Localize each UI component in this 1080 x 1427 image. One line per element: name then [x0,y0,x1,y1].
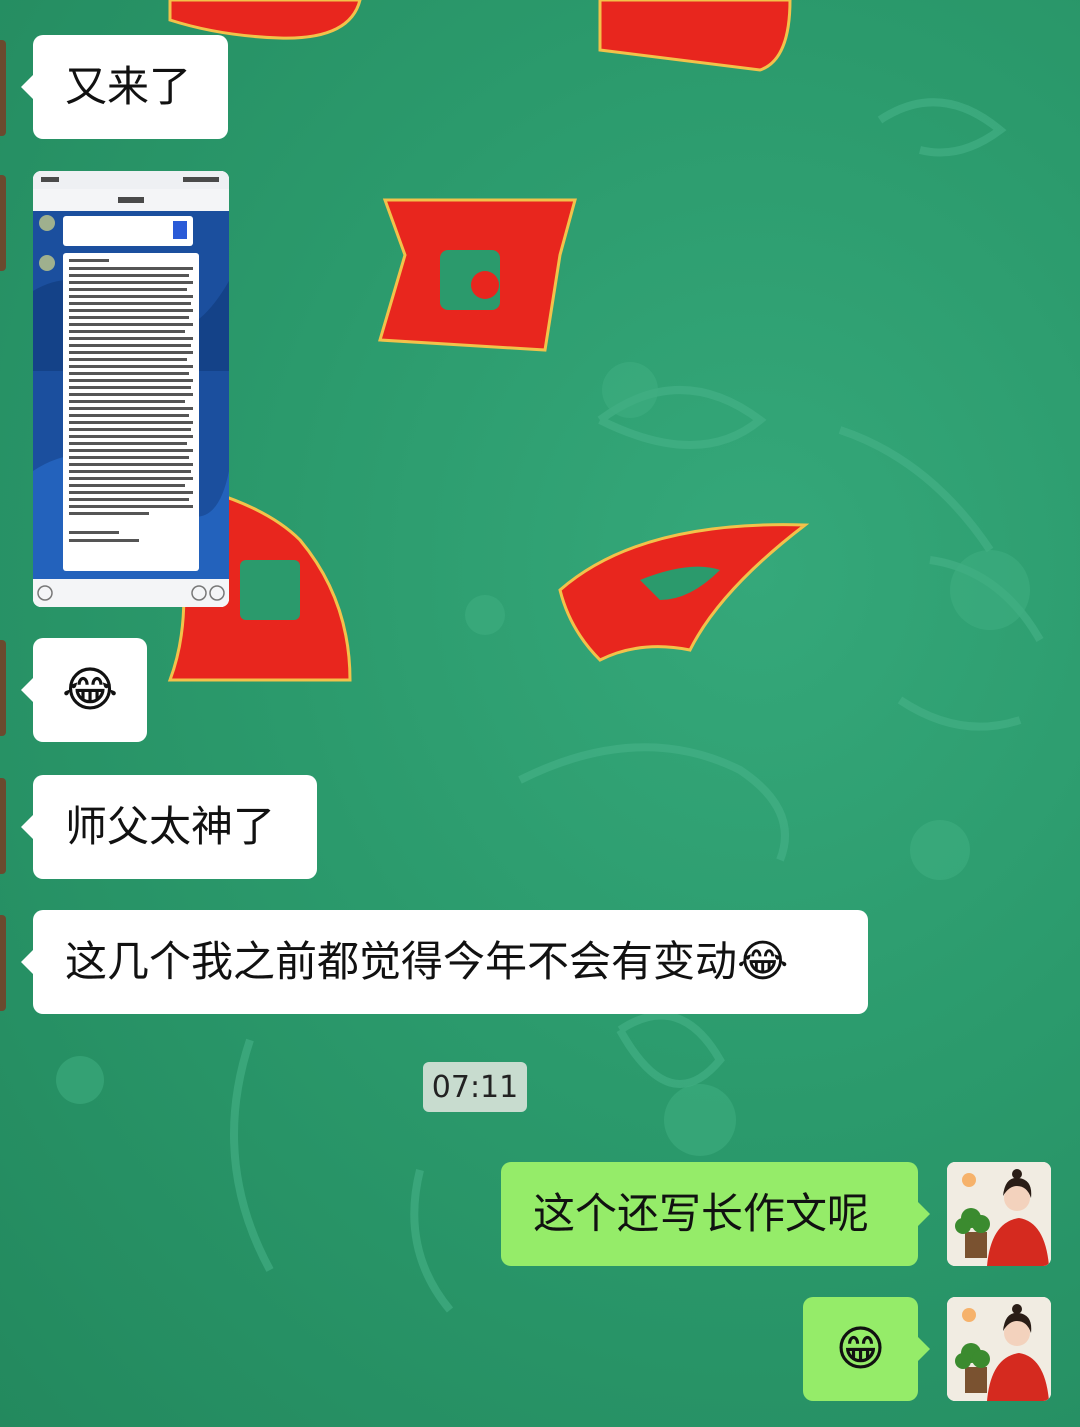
avatar-portrait-icon [947,1297,1051,1401]
message-timestamp: 07:11 [423,1062,527,1112]
message-text: 又来了 [65,62,192,111]
grinning-emoji-icon: 😁 [835,1321,886,1377]
message-bubble-received[interactable]: 师父太神了 [21,775,317,879]
laughing-crying-emoji-icon: 😂 [737,936,789,987]
sender-avatar-edge[interactable] [0,778,6,874]
sender-avatar-edge[interactable] [0,640,6,736]
message-text: 这几个我之前都觉得今年不会有变动 [65,937,738,986]
message-text: 师父太神了 [65,802,276,851]
user-avatar[interactable] [947,1162,1051,1266]
message-text: 这个还写长作文呢 [533,1189,870,1238]
message-image-thumbnail[interactable] [33,171,229,607]
sender-avatar-edge[interactable] [0,175,6,271]
chat-screen: 又来了 😂 师父太神了 这几个我之前都觉得今年不会有变动 😂 07:11 这个还… [0,0,1080,1427]
user-avatar[interactable] [947,1297,1051,1401]
message-bubble-sent[interactable]: 😁 [803,1297,930,1401]
avatar-portrait-icon [947,1162,1051,1266]
message-bubble-received[interactable]: 这几个我之前都觉得今年不会有变动 😂 [21,910,868,1014]
laughing-crying-emoji-icon: 😂 [61,662,119,718]
message-bubble-sent[interactable]: 这个还写长作文呢 [501,1162,930,1266]
sender-avatar-edge[interactable] [0,915,6,1011]
sender-avatar-edge[interactable] [0,40,6,136]
message-bubble-received[interactable]: 😂 [21,638,147,742]
phone-screenshot-thumbnail [33,171,229,607]
message-bubble-received[interactable]: 又来了 [21,35,228,139]
